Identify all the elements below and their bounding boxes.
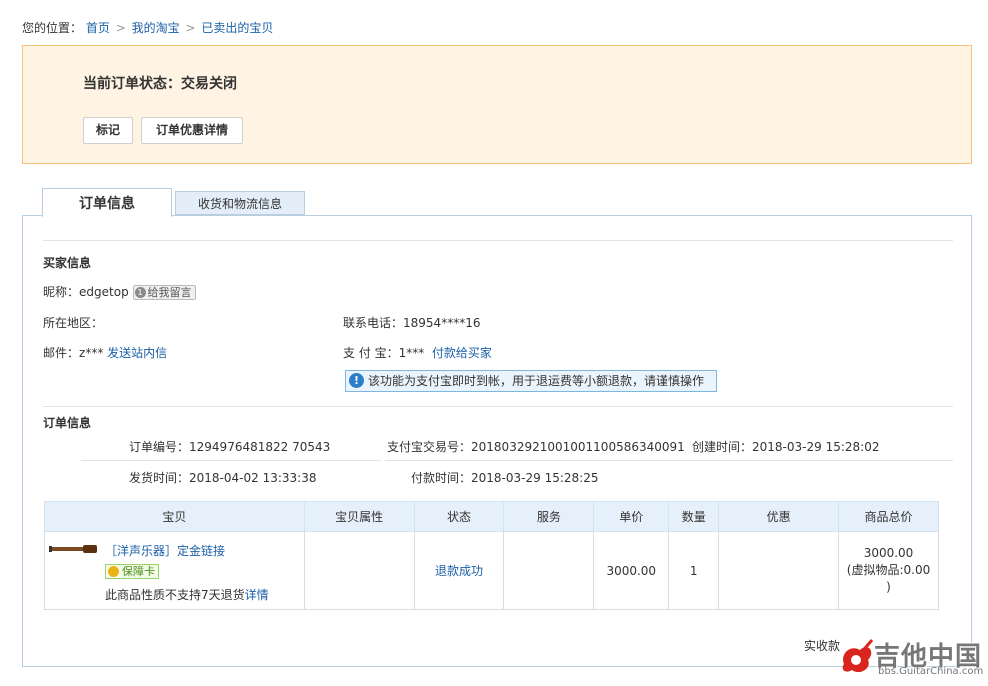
leave-message-button[interactable]: 1 给我留言: [132, 285, 196, 300]
return-policy-text: 此商品性质不支持7天退货: [105, 588, 245, 602]
item-quantity: 1: [668, 531, 720, 610]
table-row: ［洋声乐器］定金链接 保障卡 此商品性质不支持7天退货详情 退款成功 3000.…: [44, 531, 939, 610]
buyer-alipay: 1***: [398, 346, 425, 360]
guitar-thumbnail[interactable]: [49, 544, 99, 554]
nickname-label: 昵称：: [43, 285, 80, 299]
info-icon: !: [349, 373, 364, 388]
watermark-url: bbs.GuitarChina.com: [878, 666, 984, 677]
buyer-nickname: edgetop: [79, 285, 129, 299]
created-time: 2018-03-29 15:28:02: [752, 440, 880, 454]
buyer-phone: 18954****16: [403, 316, 481, 330]
item-service: [503, 531, 595, 610]
header-item: 宝贝: [44, 501, 305, 532]
item-unit-price: 3000.00: [593, 531, 670, 610]
shipped-time-label: 发货时间：: [129, 471, 190, 485]
phone-label: 联系电话：: [343, 316, 404, 330]
buyer-email: z***: [79, 346, 104, 360]
refund-success-link[interactable]: 退款成功: [435, 564, 483, 578]
leave-message-label: 给我留言: [147, 286, 192, 299]
item-virtual-note-end: ): [886, 580, 891, 594]
item-virtual-note: (虚拟物品:0.00: [846, 563, 931, 577]
divider: [81, 460, 381, 461]
order-items-table: 宝贝 宝贝属性 状态 服务 单价 数量 优惠 商品总价 ［洋声乐器］定金链接 保…: [44, 501, 939, 610]
item-name-link[interactable]: ［洋声乐器］定金链接: [105, 542, 225, 559]
alipay-trade-row: 支付宝交易号：2018032921001001100586340091: [387, 438, 685, 455]
table-header-row: 宝贝 宝贝属性 状态 服务 单价 数量 优惠 商品总价: [44, 501, 939, 532]
buyer-email-row: 邮件：z*** 发送站内信: [43, 344, 167, 361]
header-discount: 优惠: [718, 501, 840, 532]
buyer-section-title: 买家信息: [43, 256, 92, 270]
header-total: 商品总价: [838, 501, 939, 532]
order-status-box: 当前订单状态：交易关闭 标记 订单优惠详情: [22, 45, 972, 164]
message-icon: 1: [134, 287, 146, 298]
item-cell: ［洋声乐器］定金链接 保障卡 此商品性质不支持7天退货详情: [44, 531, 305, 610]
divider: [43, 406, 953, 407]
item-status-cell: 退款成功: [413, 531, 505, 610]
header-attributes: 宝贝属性: [303, 501, 415, 532]
send-site-message-link[interactable]: 发送站内信: [107, 346, 167, 360]
return-policy-note: 此商品性质不支持7天退货详情: [105, 586, 269, 603]
order-status-title: 当前订单状态：交易关闭: [83, 76, 237, 92]
alipay-notice-text: 该功能为支付宝即时到帐，用于退运费等小额退款，请谨慎操作: [368, 374, 705, 388]
shipped-time-row: 发货时间：2018-04-02 13:33:38: [129, 469, 316, 486]
breadcrumb: 您的位置： 首页 > 我的淘宝 > 已卖出的宝贝: [22, 19, 273, 36]
guarantee-card-label: 保障卡: [122, 565, 155, 578]
breadcrumb-my-taobao-link[interactable]: 我的淘宝: [132, 21, 180, 35]
item-total-cell: 3000.00 (虚拟物品:0.00 ): [838, 531, 939, 610]
paid-time: 2018-03-29 15:28:25: [471, 471, 599, 485]
breadcrumb-separator: >: [185, 21, 196, 35]
order-section-title: 订单信息: [43, 416, 92, 430]
tab-order-info[interactable]: 订单信息: [42, 188, 172, 217]
order-detail-panel: 买家信息 昵称：edgetop 1 给我留言 所在地区： 联系电话：18954**…: [22, 215, 972, 667]
tab-shipping-logistics[interactable]: 收货和物流信息: [175, 191, 305, 215]
header-service: 服务: [503, 501, 595, 532]
item-total: 3000.00: [863, 546, 914, 560]
pay-buyer-link[interactable]: 付款给买家: [432, 346, 492, 360]
guarantee-icon: [108, 566, 119, 577]
alipay-trade-number: 2018032921001001100586340091: [471, 440, 685, 454]
alipay-label: 支 付 宝：: [343, 346, 399, 360]
buyer-nickname-row: 昵称：edgetop 1 给我留言: [43, 283, 196, 300]
order-number: 1294976481822 70543: [189, 440, 331, 454]
buyer-alipay-row: 支 付 宝：1*** 付款给买家: [343, 344, 492, 361]
paid-amount-label: 实收款: [804, 639, 841, 653]
alipay-trade-label: 支付宝交易号：: [387, 440, 472, 454]
divider: [385, 460, 953, 461]
alipay-notice: ! 该功能为支付宝即时到帐，用于退运费等小额退款，请谨慎操作: [345, 370, 717, 392]
email-label: 邮件：: [43, 346, 80, 360]
buyer-phone-row: 联系电话：18954****16: [343, 314, 480, 331]
item-attributes: [303, 531, 415, 610]
created-time-row: 创建时间：2018-03-29 15:28:02: [692, 438, 879, 455]
region-label: 所在地区：: [43, 316, 104, 330]
breadcrumb-prefix: 您的位置：: [22, 21, 83, 35]
breadcrumb-sold-items-link[interactable]: 已卖出的宝贝: [201, 21, 273, 35]
discount-detail-button[interactable]: 订单优惠详情: [141, 117, 243, 144]
item-discount: [718, 531, 840, 610]
header-quantity: 数量: [668, 501, 720, 532]
return-policy-detail-link[interactable]: 详情: [245, 588, 269, 602]
paid-time-row: 付款时间：2018-03-29 15:28:25: [411, 469, 598, 486]
guarantee-card-badge[interactable]: 保障卡: [105, 564, 159, 579]
paid-time-label: 付款时间：: [411, 471, 472, 485]
order-number-label: 订单编号：: [129, 440, 190, 454]
mark-button[interactable]: 标记: [83, 117, 133, 144]
shipped-time: 2018-04-02 13:33:38: [189, 471, 317, 485]
created-time-label: 创建时间：: [692, 440, 753, 454]
order-number-row: 订单编号：1294976481822 70543: [129, 438, 330, 455]
header-unit-price: 单价: [593, 501, 670, 532]
divider: [43, 240, 953, 241]
breadcrumb-home-link[interactable]: 首页: [86, 21, 110, 35]
buyer-region-row: 所在地区：: [43, 314, 103, 331]
breadcrumb-separator: >: [115, 21, 126, 35]
header-status: 状态: [413, 501, 505, 532]
